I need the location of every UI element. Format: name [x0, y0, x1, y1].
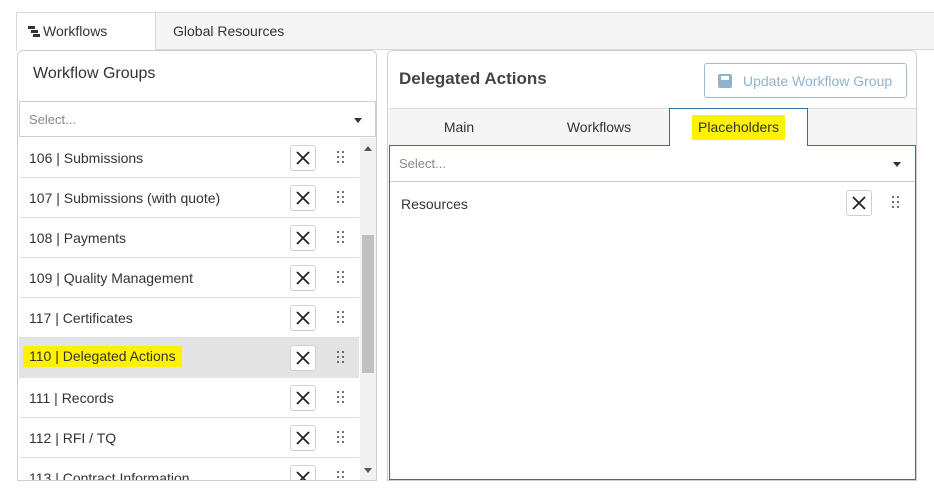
list-item[interactable]: 106 | Submissions [19, 138, 359, 178]
close-icon [296, 271, 310, 285]
drag-handle-icon[interactable] [337, 231, 345, 245]
tab-placeholders-label: Placeholders [692, 115, 785, 140]
list-item-label: 117 | Certificates [29, 310, 133, 326]
tab-workflows-detail-label: Workflows [566, 119, 632, 135]
workflow-group-select[interactable]: Select... [19, 101, 376, 137]
close-icon [296, 191, 310, 205]
list-item-label: Resources [401, 196, 468, 212]
remove-button[interactable] [290, 225, 316, 251]
remove-button[interactable] [290, 185, 316, 211]
tab-global-resources-label: Global Resources [173, 23, 285, 39]
remove-button[interactable] [290, 145, 316, 171]
list-item[interactable]: 107 | Submissions (with quote) [19, 178, 359, 218]
list-item[interactable]: 111 | Records [19, 378, 359, 418]
list-item[interactable]: 113 | Contract Information [19, 458, 359, 481]
list-item[interactable]: 112 | RFI / TQ [19, 418, 359, 458]
update-workflow-group-button[interactable]: Update Workflow Group [704, 63, 907, 98]
list-item-label: 107 | Submissions (with quote) [29, 190, 221, 206]
drag-handle-icon[interactable] [892, 196, 900, 210]
remove-button[interactable] [290, 425, 316, 451]
select-placeholder: Select... [29, 112, 76, 127]
remove-button[interactable] [290, 465, 316, 480]
list-item-label: 109 | Quality Management [29, 270, 193, 286]
tab-main[interactable]: Main [409, 109, 509, 146]
scrollbar-thumb[interactable] [362, 235, 374, 373]
placeholders-content: Select... Resources [389, 146, 916, 480]
update-button-label: Update Workflow Group [743, 73, 893, 89]
drag-handle-icon[interactable] [337, 391, 345, 405]
list-item[interactable]: 117 | Certificates [19, 298, 359, 338]
list-item-label: 108 | Payments [29, 230, 127, 246]
remove-button[interactable] [846, 190, 872, 216]
close-icon [296, 391, 310, 405]
remove-button[interactable] [290, 385, 316, 411]
tab-workflows-label: Workflows [43, 23, 108, 39]
list-scrollbar[interactable] [360, 138, 376, 480]
drag-handle-icon[interactable] [337, 151, 345, 165]
drag-handle-icon[interactable] [337, 471, 345, 480]
close-icon [296, 311, 310, 325]
select-placeholder: Select... [399, 156, 446, 171]
tree-icon [28, 26, 40, 38]
list-item-label: 113 | Contract Information [29, 470, 190, 481]
group-detail-panel: Delegated Actions Update Workflow Group … [387, 50, 917, 481]
tab-placeholders[interactable]: Placeholders [669, 108, 808, 147]
close-icon [296, 351, 310, 365]
drag-handle-icon[interactable] [337, 191, 345, 205]
tab-workflows[interactable]: Workflows [16, 13, 156, 51]
remove-button[interactable] [290, 265, 316, 291]
close-icon [296, 431, 310, 445]
list-item-label: 110 | Delegated Actions [23, 346, 182, 367]
close-icon [296, 471, 310, 480]
list-item[interactable]: Resources [390, 182, 915, 222]
workflow-group-list: 106 | Submissions 107 | Submissions (wit… [19, 138, 359, 481]
list-item-label: 112 | RFI / TQ [29, 430, 117, 446]
top-tab-bar: Workflows Global Resources [16, 12, 934, 51]
save-icon [718, 74, 732, 88]
panel-title: Workflow Groups [33, 65, 156, 82]
detail-tab-bar: Main Workflows Placeholders [389, 108, 916, 147]
list-item[interactable]: 108 | Payments [19, 218, 359, 258]
close-icon [296, 231, 310, 245]
tab-global-resources[interactable]: Global Resources [173, 13, 284, 50]
workflow-groups-panel: Workflow Groups Select... 106 | Submissi… [17, 50, 377, 481]
list-item-label: 106 | Submissions [29, 150, 144, 166]
scroll-down-arrow-icon[interactable] [364, 468, 372, 473]
chevron-down-icon [354, 118, 362, 123]
close-icon [296, 151, 310, 165]
chevron-down-icon [893, 162, 901, 167]
drag-handle-icon[interactable] [337, 311, 345, 325]
close-icon [852, 196, 866, 210]
tab-workflows-detail[interactable]: Workflows [549, 109, 649, 146]
list-item-label: 111 | Records [29, 390, 114, 406]
tab-main-label: Main [443, 119, 475, 135]
list-item-selected[interactable]: 110 | Delegated Actions [19, 338, 359, 378]
list-item[interactable]: 109 | Quality Management [19, 258, 359, 298]
drag-handle-icon[interactable] [337, 351, 345, 365]
scroll-up-arrow-icon[interactable] [364, 146, 372, 151]
drag-handle-icon[interactable] [337, 271, 345, 285]
remove-button[interactable] [290, 345, 316, 371]
page-title: Delegated Actions [399, 69, 547, 88]
drag-handle-icon[interactable] [337, 431, 345, 445]
placeholder-select[interactable]: Select... [390, 146, 915, 182]
remove-button[interactable] [290, 305, 316, 331]
